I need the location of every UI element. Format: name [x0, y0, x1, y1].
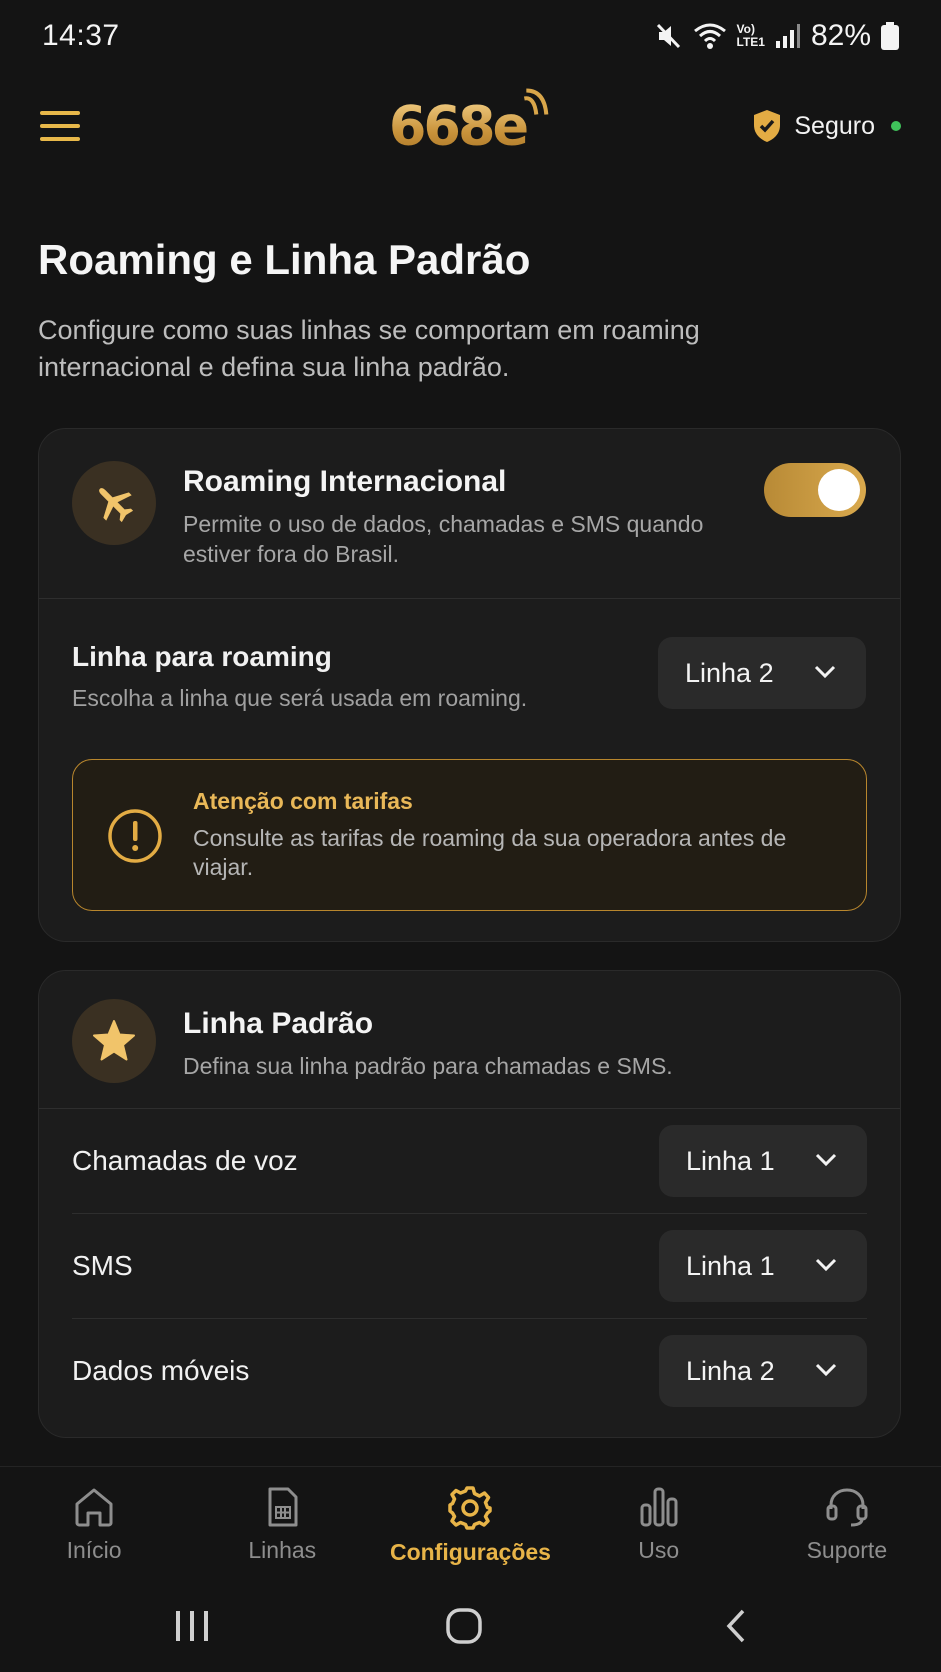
star-icon-badge — [72, 999, 156, 1083]
recent-apps-button[interactable] — [132, 1580, 252, 1672]
app-logo: 668e — [388, 88, 552, 158]
warning-text: Consulte as tarifas de roaming da sua op… — [193, 825, 787, 880]
roaming-card: Roaming Internacional Permite o uso de d… — [38, 428, 901, 942]
mobile-data-value: Linha 2 — [686, 1355, 775, 1386]
home-button[interactable] — [404, 1580, 524, 1672]
voice-calls-select[interactable]: Linha 1 — [659, 1125, 867, 1197]
menu-bar-2 — [40, 124, 80, 128]
back-button[interactable] — [676, 1580, 796, 1672]
volte-indicator: Vo) LTE1 — [737, 23, 765, 49]
app-header: 668e Seguro — [0, 80, 941, 172]
status-bar: 14:37 Vo) LTE1 82% — [0, 0, 941, 72]
mute-icon — [656, 23, 680, 49]
nav-home-label: Início — [66, 1537, 122, 1563]
sms-value: Linha 1 — [686, 1250, 775, 1281]
tariff-warning: Atenção com tarifas Consulte as tarifas … — [72, 759, 867, 911]
roaming-line-label: Linha para roaming — [72, 641, 332, 672]
online-dot — [891, 121, 901, 131]
page-title: Roaming e Linha Padrão — [38, 236, 531, 283]
page-subtitle: Configure como suas linhas se comportam … — [38, 315, 700, 382]
bar-chart-icon — [640, 1487, 678, 1527]
default-line-card: Linha Padrão Defina sua linha padrão par… — [38, 970, 901, 1438]
chevron-down-icon — [815, 1258, 837, 1272]
system-navigation — [0, 1580, 941, 1672]
nav-support-label: Suporte — [806, 1537, 888, 1563]
sms-label: SMS — [72, 1250, 133, 1281]
home-icon — [75, 1488, 113, 1527]
roaming-card-header: Roaming Internacional Permite o uso de d… — [39, 429, 900, 599]
chevron-down-icon — [815, 1153, 837, 1167]
wifi-icon — [693, 23, 726, 49]
roaming-title: Roaming Internacional — [183, 465, 507, 498]
nav-settings-label: Configurações — [389, 1539, 551, 1565]
headset-icon — [826, 1488, 868, 1527]
sms-row: SMS Linha 1 — [72, 1214, 867, 1319]
warning-title: Atenção com tarifas — [193, 788, 413, 814]
roaming-toggle[interactable] — [764, 463, 866, 517]
roaming-description: Permite o uso de dados, chamadas e SMS q… — [183, 511, 704, 567]
nav-settings[interactable]: Configurações — [376, 1467, 564, 1566]
default-line-header: Linha Padrão Defina sua linha padrão par… — [39, 971, 900, 1109]
nav-usage-label: Uso — [638, 1537, 680, 1563]
recent-apps-icon — [176, 1611, 208, 1641]
default-line-description: Defina sua linha padrão para chamadas e … — [183, 1053, 673, 1079]
nav-usage[interactable]: Uso — [565, 1467, 753, 1564]
nav-lines-label: Linhas — [248, 1537, 317, 1563]
mobile-data-row: Dados móveis Linha 2 — [72, 1319, 867, 1424]
voice-calls-value: Linha 1 — [686, 1145, 775, 1176]
sim-card-icon — [268, 1487, 298, 1527]
logo-text: 668e — [388, 94, 527, 158]
default-line-title: Linha Padrão — [183, 1007, 374, 1040]
back-chevron-icon — [726, 1609, 745, 1643]
menu-button[interactable] — [40, 111, 80, 141]
shield-icon — [754, 110, 781, 142]
mobile-data-select[interactable]: Linha 2 — [659, 1335, 867, 1407]
status-icons: Vo) LTE1 82% — [655, 19, 899, 53]
roaming-line-value: Linha 2 — [685, 657, 774, 688]
toggle-knob — [818, 469, 860, 511]
menu-bar-3 — [40, 137, 80, 141]
battery-percent: 82% — [810, 19, 871, 52]
nav-support[interactable]: Suporte — [753, 1467, 941, 1564]
battery-icon — [881, 22, 899, 50]
star-icon — [93, 1020, 135, 1061]
lte-label: LTE1 — [736, 35, 765, 49]
voice-calls-label: Chamadas de voz — [72, 1145, 298, 1176]
signal-icon — [775, 24, 800, 48]
chevron-down-icon — [814, 665, 836, 679]
signal-wave-icon — [523, 88, 549, 115]
voice-calls-row: Chamadas de voz Linha 1 — [72, 1109, 867, 1214]
airplane-icon — [99, 488, 134, 523]
secure-status[interactable]: Seguro — [752, 109, 901, 143]
sms-select[interactable]: Linha 1 — [659, 1230, 867, 1302]
gear-icon — [448, 1486, 493, 1530]
bottom-navigation: Início Linhas Configurações Uso Suporte — [0, 1466, 941, 1578]
alert-circle-icon — [108, 809, 162, 863]
home-circle-icon — [446, 1608, 482, 1644]
status-time: 14:37 — [42, 19, 120, 52]
secure-label: Seguro — [794, 111, 875, 140]
roaming-line-select[interactable]: Linha 2 — [658, 637, 866, 709]
nav-lines[interactable]: Linhas — [188, 1467, 376, 1564]
airplane-icon-badge — [72, 461, 156, 545]
menu-bar-1 — [40, 111, 80, 115]
roaming-line-description: Escolha a linha que será usada em roamin… — [72, 685, 528, 711]
nav-home[interactable]: Início — [0, 1467, 188, 1564]
mobile-data-label: Dados móveis — [72, 1355, 250, 1386]
chevron-down-icon — [815, 1363, 837, 1377]
